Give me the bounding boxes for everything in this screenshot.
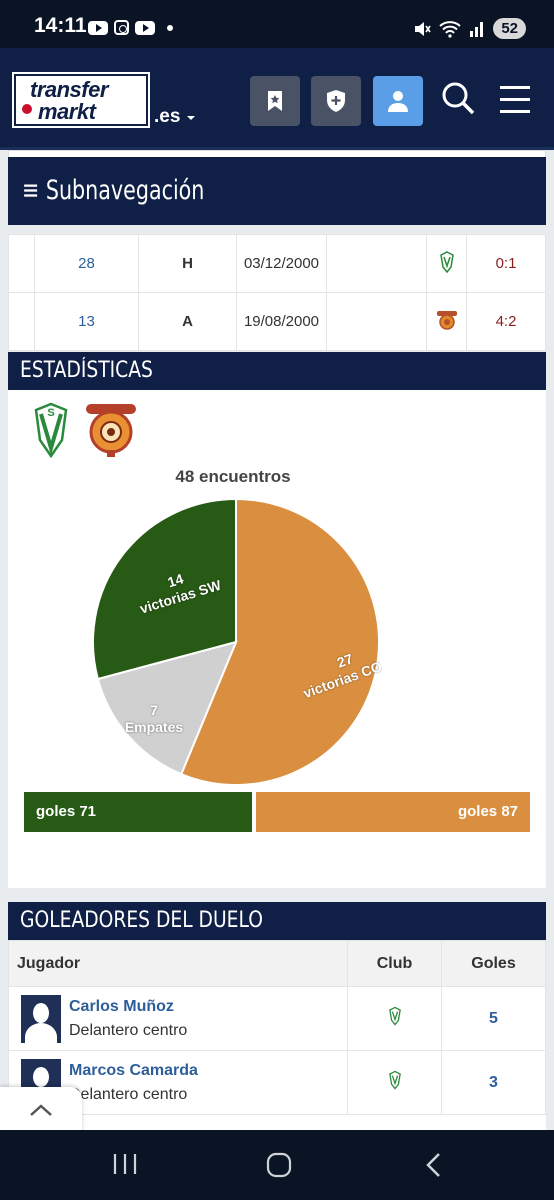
column-header-player[interactable]: Jugador [8, 940, 348, 987]
svg-text:S: S [47, 407, 54, 419]
recent-apps-icon[interactable] [112, 1152, 138, 1176]
top-scorers-heading: GOLEADORES DEL DUELO [8, 902, 546, 940]
chart-title: 48 encuentros [175, 467, 291, 486]
back-icon[interactable] [424, 1152, 444, 1178]
santiago-wanderers-crest-icon: S [34, 402, 68, 458]
match-result-link[interactable]: 4:2 [466, 292, 546, 351]
clock: 14:11 [34, 14, 87, 37]
column-header-club[interactable]: Club [347, 940, 442, 987]
matches-pie-chart: 14 victorias SW 7 Empates 27 victorias C… [86, 492, 386, 797]
profile-button[interactable] [373, 76, 423, 126]
chevron-up-icon [30, 1104, 52, 1116]
club-crest-icon[interactable] [347, 1050, 442, 1115]
youtube-icon [88, 20, 108, 35]
system-navigation-bar [0, 1130, 554, 1200]
watchlist-button[interactable] [250, 76, 300, 126]
scroll-to-top-button[interactable] [0, 1087, 82, 1133]
club-crest-icon [426, 234, 467, 293]
table-row: 13 A 19/08/2000 4:2 [8, 292, 546, 351]
chevron-down-icon [186, 116, 195, 120]
page-content: ≡ Subnavegación 28 H 03/12/2000 0:1 13 A… [0, 150, 554, 1130]
search-icon [442, 82, 475, 115]
club-crest-icon[interactable] [347, 986, 442, 1051]
mute-icon [415, 21, 431, 36]
player-name-link[interactable]: Marcos Camarda [69, 1062, 198, 1080]
add-club-button[interactable] [311, 76, 361, 126]
player-position: Delantero centro [69, 1021, 188, 1039]
column-header-goals[interactable]: Goles [441, 940, 546, 987]
status-bar: 14:11 52 [0, 0, 554, 48]
wifi-icon [439, 20, 461, 38]
cobreloa-crest-icon [86, 404, 136, 457]
pie-label-draws: 7 Empates [124, 702, 184, 735]
goals-count-link[interactable]: 3 [441, 1050, 546, 1115]
user-icon [388, 91, 408, 112]
instagram-icon [114, 20, 129, 35]
match-result-link[interactable]: 0:1 [466, 234, 546, 293]
search-button[interactable] [440, 80, 476, 121]
signal-icon [470, 21, 484, 37]
top-scorers-card: GOLEADORES DEL DUELO Jugador Club Goles … [8, 902, 546, 1130]
match-date: 19/08/2000 [236, 292, 327, 351]
matchday-link[interactable]: 28 [34, 234, 139, 293]
player-avatar[interactable] [21, 994, 61, 1043]
notification-dot-icon [167, 24, 173, 31]
club-crest-icon [426, 292, 467, 351]
player-name-link[interactable]: Carlos Muñoz [69, 998, 187, 1016]
venue: A [138, 292, 237, 351]
hamburger-menu-button[interactable] [500, 86, 530, 122]
player-position: Delantero centro [69, 1085, 188, 1103]
youtube-icon [135, 20, 155, 35]
venue: H [138, 234, 237, 293]
goals-right-bar: goles 87 [256, 792, 530, 832]
statistics-card: ESTADÍSTICAS S 48 encuentros 14 victoria… [8, 352, 546, 888]
table-row: Marcos Camarda Delantero centro 3 [8, 1050, 546, 1115]
goals-left-bar: goles 71 [24, 792, 252, 832]
home-icon[interactable] [266, 1152, 292, 1178]
site-header: transfer markt .es [0, 48, 554, 150]
subnavigation-bar[interactable]: ≡ Subnavegación [8, 157, 546, 225]
table-row: Carlos Muñoz Delantero centro 5 [8, 986, 546, 1051]
language-selector[interactable]: .es [154, 106, 196, 128]
shield-plus-icon [327, 90, 345, 112]
match-history-table: 28 H 03/12/2000 0:1 13 A 19/08/2000 4:2 [8, 234, 546, 351]
battery-level: 52 [493, 18, 526, 39]
bookmark-star-icon [268, 91, 282, 111]
transfermarkt-logo[interactable]: transfer markt [12, 72, 150, 128]
statistics-heading: ESTADÍSTICAS [8, 352, 546, 390]
goals-count-link[interactable]: 5 [441, 986, 546, 1051]
top-scorers-table: Jugador Club Goles Carlos Muñoz Delanter… [8, 940, 546, 1115]
matchday-link[interactable]: 13 [34, 292, 139, 351]
table-row: 28 H 03/12/2000 0:1 [8, 234, 546, 293]
match-date: 03/12/2000 [236, 234, 327, 293]
